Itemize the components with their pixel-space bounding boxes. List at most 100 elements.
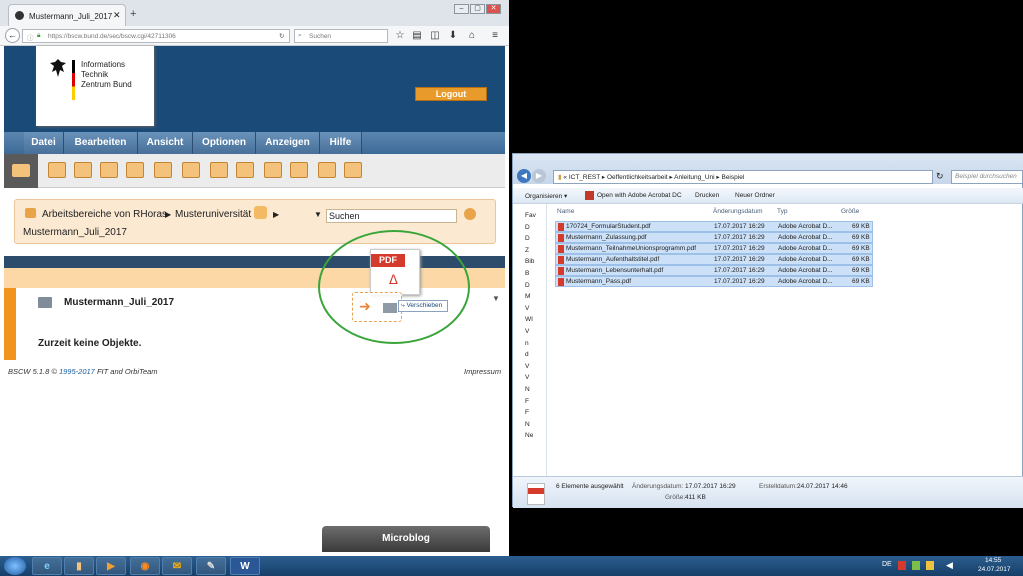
browser-tab[interactable]: Mustermann_Juli_2017 ✕	[8, 4, 126, 26]
path-part-1[interactable]: ICT_REST	[569, 174, 600, 181]
nav-item[interactable]: D	[525, 224, 530, 231]
back-button[interactable]: ←	[5, 28, 20, 43]
print-button[interactable]: Drucken	[695, 192, 719, 199]
edit-icon[interactable]	[74, 162, 92, 178]
minimize-button[interactable]: –	[454, 4, 469, 14]
new-tab-button[interactable]: +	[130, 8, 136, 20]
hamburger-menu-icon[interactable]: ≡	[489, 30, 501, 42]
menu-ansicht[interactable]: Ansicht	[138, 132, 193, 154]
breadcrumb-mid[interactable]: Musteruniversität	[175, 209, 251, 220]
search-scope-dropdown-icon[interactable]: ▼	[314, 210, 322, 219]
tray-volume-icon[interactable]: ◀	[946, 560, 953, 571]
new-folder-button[interactable]: Neuer Ordner	[735, 192, 775, 199]
menu-anzeigen[interactable]: Anzeigen	[256, 132, 320, 154]
organize-button[interactable]: Organisieren ▾	[525, 192, 567, 200]
nav-item[interactable]: B	[525, 270, 529, 277]
download-icon[interactable]: ⬇	[447, 30, 459, 42]
pocket-icon[interactable]: ◫	[429, 30, 441, 42]
nav-item[interactable]: Ne	[525, 432, 533, 439]
nav-item[interactable]: Bib	[525, 258, 534, 265]
path-part-3[interactable]: Anleitung_Uni	[674, 174, 714, 181]
folder-up-icon[interactable]	[4, 154, 38, 188]
message-icon[interactable]	[344, 162, 362, 178]
nav-item[interactable]: Z	[525, 247, 529, 254]
file-row[interactable]: Mustermann_TeilnahmeUnionsprogramm.pdf 17…	[555, 243, 873, 254]
explorer-forward-button[interactable]: ▶	[532, 169, 546, 183]
tray-network-icon[interactable]	[912, 561, 920, 570]
refresh-icon[interactable]: ↻	[936, 171, 944, 182]
nav-item[interactable]: D	[525, 235, 530, 242]
file-row[interactable]: Mustermann_Zulassung.pdf 17.07.2017 16:29…	[555, 232, 873, 243]
new-page-icon[interactable]	[264, 162, 282, 178]
microblog-button[interactable]: Microblog	[322, 526, 490, 552]
nav-item[interactable]: V	[525, 374, 529, 381]
breadcrumb-current[interactable]: Mustermann_Juli_2017	[23, 227, 127, 238]
tray-clock-date[interactable]: 24.07.2017	[978, 566, 1011, 573]
explorer-search-input[interactable]: Beispiel durchsuchen	[951, 170, 1023, 184]
explorer-path-bar[interactable]: ▮ « ICT_REST ▸ Oeffentlichkeitsarbeit ▸ …	[553, 170, 933, 184]
nav-item[interactable]: V	[525, 328, 529, 335]
maximize-button[interactable]: ▢	[470, 4, 485, 14]
nav-item[interactable]: N	[525, 386, 530, 393]
new-group-icon[interactable]	[210, 162, 228, 178]
menu-bearbeiten[interactable]: Bearbeiten	[64, 132, 138, 154]
nav-item[interactable]: V	[525, 305, 529, 312]
path-part-4[interactable]: Beispiel	[721, 174, 744, 181]
nav-item[interactable]: D	[525, 282, 530, 289]
folder-menu-chevron-down-icon[interactable]: ▼	[492, 294, 500, 303]
url-bar[interactable]: ⓘ 🔒︎ https://bscw.bund.de/sec/bscw.cgi/4…	[22, 29, 290, 43]
nav-item[interactable]: n	[525, 340, 529, 347]
col-name[interactable]: Name	[557, 208, 574, 215]
explorer-back-button[interactable]: ◀	[517, 169, 531, 183]
nav-item[interactable]: F	[525, 398, 529, 405]
nav-item[interactable]: Fav	[525, 212, 536, 219]
search-key-icon[interactable]	[464, 208, 476, 220]
tray-flag-icon[interactable]	[926, 561, 934, 570]
start-button[interactable]	[4, 557, 26, 575]
site-search-input[interactable]: Suchen	[326, 209, 457, 223]
close-tab-icon[interactable]: ✕	[113, 10, 121, 21]
media-player-icon[interactable]: ▶	[96, 557, 126, 575]
tray-clock-time[interactable]: 14:55	[985, 557, 1001, 564]
nav-item[interactable]: M	[525, 293, 530, 300]
nav-item[interactable]: d	[525, 351, 529, 358]
file-row[interactable]: Mustermann_Aufenthaltstitel.pdf 17.07.201…	[555, 254, 873, 265]
browser-search-input[interactable]: ⌕ Suchen	[294, 29, 388, 43]
nav-item[interactable]: V	[525, 363, 529, 370]
library-icon[interactable]: ▤	[411, 30, 423, 42]
menu-hilfe[interactable]: Hilfe	[320, 132, 362, 154]
nav-item[interactable]: WI	[525, 316, 533, 323]
new-collection-icon[interactable]	[236, 162, 254, 178]
bookmark-star-icon[interactable]: ☆	[394, 30, 406, 42]
new-document-icon[interactable]	[126, 162, 144, 178]
new-url-icon[interactable]	[154, 162, 172, 178]
close-window-button[interactable]: ✕	[486, 4, 501, 14]
new-folder-icon[interactable]	[100, 162, 118, 178]
path-part-2[interactable]: Oeffentlichkeitsarbeit	[607, 174, 668, 181]
footer-years-link[interactable]: 1995-2017	[59, 367, 95, 376]
new-search-icon[interactable]	[182, 162, 200, 178]
file-row[interactable]: Mustermann_Lebensunterhalt.pdf 17.07.2017…	[555, 265, 873, 276]
home-icon[interactable]: ⌂	[466, 30, 478, 42]
logout-button[interactable]: Logout	[415, 87, 487, 101]
pen-tool-icon[interactable]: ✎	[196, 557, 226, 575]
share-icon[interactable]	[318, 162, 336, 178]
language-indicator[interactable]: DE	[882, 561, 892, 568]
nav-item[interactable]: F	[525, 409, 529, 416]
tray-acrobat-icon[interactable]	[898, 561, 906, 570]
upload-icon[interactable]	[48, 162, 66, 178]
open-with-acrobat-button[interactable]: Open with Adobe Acrobat DC	[597, 192, 682, 199]
file-row[interactable]: Mustermann_Pass.pdf 17.07.2017 16:29 Adobe…	[555, 276, 873, 287]
col-size[interactable]: Größe	[841, 208, 859, 215]
menu-optionen[interactable]: Optionen	[193, 132, 256, 154]
export-icon[interactable]	[290, 162, 308, 178]
file-row[interactable]: 170724_FormularStudent.pdf 17.07.2017 16:…	[555, 221, 873, 232]
menu-datei[interactable]: Datei	[24, 132, 64, 154]
ie-icon[interactable]: e	[32, 557, 62, 575]
explorer-taskbar-icon[interactable]: ▮	[64, 557, 94, 575]
col-date[interactable]: Änderungsdatum	[713, 208, 763, 215]
breadcrumb-root[interactable]: Arbeitsbereiche von RHoras	[42, 209, 167, 220]
outlook-icon[interactable]: ✉	[162, 557, 192, 575]
firefox-icon[interactable]: ◉	[130, 557, 160, 575]
reload-icon[interactable]: ↻	[279, 32, 284, 40]
